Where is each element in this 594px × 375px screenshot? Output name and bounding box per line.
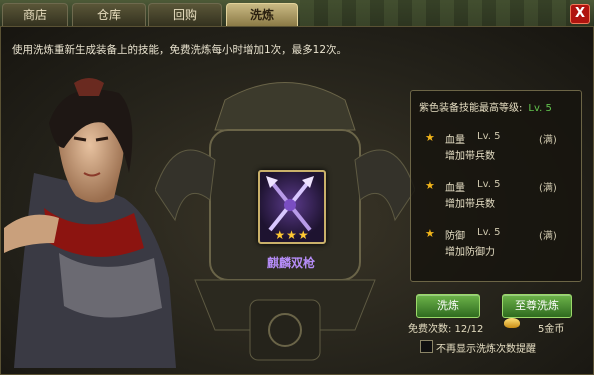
skill-effect: 增加带兵数 — [445, 151, 495, 162]
skill-level: Lv. 5 — [477, 227, 501, 238]
refine-button[interactable]: 洗炼 — [416, 294, 480, 318]
skill-level: Lv. 5 — [477, 179, 501, 190]
info-title-text: 紫色装备技能最高等级: — [419, 103, 523, 114]
skill-row: ★ 血量 Lv. 5 (满) 增加带兵数 — [411, 177, 581, 221]
star-icon: ★ — [425, 131, 435, 144]
max-level: Lv. 5 — [528, 103, 552, 114]
hero-portrait — [4, 78, 176, 368]
info-title: 紫色装备技能最高等级: Lv. 5 — [419, 99, 552, 114]
tab-warehouse[interactable]: 仓库 — [72, 3, 146, 26]
skill-name: 血量 — [445, 135, 465, 146]
skill-name: 防御 — [445, 231, 465, 242]
tab-buyback[interactable]: 回购 — [148, 3, 222, 26]
description-text: 使用洗炼重新生成装备上的技能，免费洗炼每小时增加1次，最多12次。 — [12, 44, 348, 56]
cost-text: 5金币 — [538, 324, 565, 335]
skill-full: (满) — [539, 231, 557, 242]
skill-info-panel: 紫色装备技能最高等级: Lv. 5 ★ 血量 Lv. 5 (满) 增加带兵数 ★ … — [410, 90, 582, 282]
item-name: 麒麟双枪 — [266, 256, 315, 270]
supreme-refine-button[interactable]: 至尊洗炼 — [502, 294, 572, 318]
skill-row: ★ 血量 Lv. 5 (满) 增加带兵数 — [411, 129, 581, 173]
tab-bar: 商店 仓库 回购 洗炼 X — [0, 0, 594, 26]
free-count: 免费次数: 12/12 — [408, 324, 484, 335]
close-button[interactable]: X — [570, 4, 590, 24]
tab-shop[interactable]: 商店 — [2, 3, 68, 26]
skill-level: Lv. 5 — [477, 131, 501, 142]
skill-row: ★ 防御 Lv. 5 (满) 增加防御力 — [411, 225, 581, 269]
skill-name: 血量 — [445, 183, 465, 194]
no-reminder-checkbox[interactable] — [420, 340, 433, 353]
top-decoration — [300, 0, 570, 26]
no-reminder-label: 不再显示洗炼次数提醒 — [436, 344, 536, 355]
skill-full: (满) — [539, 135, 557, 146]
gold-ingot-icon — [504, 318, 520, 328]
close-icon: X — [574, 6, 586, 21]
star-icon: ★ — [425, 227, 435, 240]
skill-effect: 增加防御力 — [445, 247, 495, 258]
star-icon: ★ — [425, 179, 435, 192]
star-icon: ★★★ — [274, 228, 310, 242]
skill-effect: 增加带兵数 — [445, 199, 495, 210]
skill-full: (满) — [539, 183, 557, 194]
tab-refine[interactable]: 洗炼 — [226, 3, 298, 26]
